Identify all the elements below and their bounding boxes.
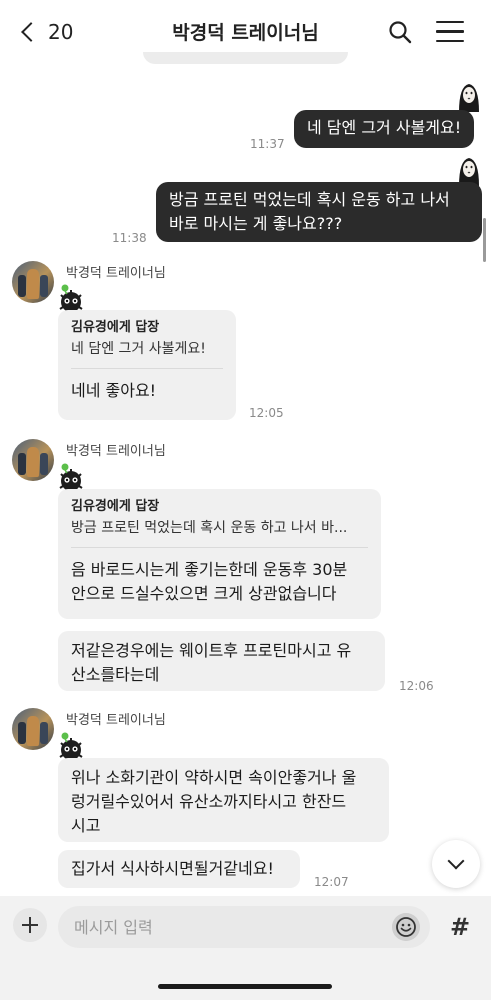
scrollbar[interactable] <box>483 218 486 262</box>
message-text: 네네 좋아요! <box>71 381 157 400</box>
reply-header: 김유경에게 답장 <box>71 499 160 514</box>
soot-sprite-icon <box>59 732 83 760</box>
plus-icon[interactable] <box>13 908 47 942</box>
message-text: 방금 프로틴 먹었는데 혹시 운동 하고 나서 <box>169 190 450 209</box>
outgoing-message[interactable]: 방금 프로틴 먹었는데 혹시 운동 하고 나서 바로 마시는 게 좋나요??? <box>156 182 482 242</box>
profile-sticker-icon <box>459 84 479 112</box>
reply-message[interactable]: 김유경에게 답장 네 담엔 그거 사볼게요! 네네 좋아요! <box>58 310 236 420</box>
avatar[interactable] <box>12 261 54 303</box>
reply-header: 김유경에게 답장 <box>71 320 160 335</box>
divider <box>71 547 368 548</box>
message-text: 바로 마시는 게 좋나요??? <box>169 214 343 233</box>
message-text: 산소를타는데 <box>71 665 160 684</box>
chevron-down-icon <box>447 852 465 870</box>
message-time: 12:07 <box>314 875 349 889</box>
reply-quote: 네 담엔 그거 사볼게요! <box>71 341 206 357</box>
chat-title: 박경덕 트레이너님 <box>172 22 319 44</box>
scroll-to-bottom-button[interactable] <box>432 840 480 888</box>
incoming-message[interactable]: 저같은경우에는 웨이트후 프로틴마시고 유 산소를타는데 <box>58 631 385 691</box>
message-composer: # <box>0 896 491 1000</box>
message-time: 11:37 <box>250 137 285 151</box>
avatar[interactable] <box>12 439 54 481</box>
incoming-message[interactable]: 위나 소화기관이 약하시면 속이안좋거나 울 렁거릴수있어서 유산소까지타시고 … <box>58 758 389 842</box>
message-text: 저같은경우에는 웨이트후 프로틴마시고 유 <box>71 641 352 660</box>
incoming-message[interactable]: 집가서 식사하시면될거같네요! <box>58 850 300 888</box>
hashtag-button[interactable]: # <box>444 911 476 943</box>
message-time: 12:05 <box>249 406 284 420</box>
reply-message[interactable]: 김유경에게 답장 방금 프로틴 먹었는데 혹시 운동 하고 나서 바... 음 … <box>58 489 381 619</box>
hamburger-menu-icon[interactable] <box>436 21 464 43</box>
home-indicator <box>158 984 332 989</box>
message-text: 음 바로드시는게 좋기는한데 운동후 30분 <box>71 560 348 579</box>
message-text: 안으로 드실수있으면 크게 상관없습니다 <box>71 584 337 603</box>
outgoing-message[interactable]: 네 담엔 그거 사볼게요! <box>294 110 475 148</box>
sender-name: 박경덕 트레이너님 <box>66 266 166 281</box>
message-text: 위나 소화기관이 약하시면 속이안좋거나 울 <box>71 768 357 787</box>
message-time: 12:06 <box>399 679 434 693</box>
message-text: 렁거릴수있어서 유산소까지타시고 한잔드 <box>71 792 347 811</box>
sender-name: 박경덕 트레이너님 <box>66 444 166 459</box>
divider <box>71 368 223 369</box>
soot-sprite-icon <box>59 284 83 312</box>
message-text: 집가서 식사하시면될거같네요! <box>71 859 274 878</box>
previous-message-edge <box>143 52 348 64</box>
avatar[interactable] <box>12 708 54 750</box>
search-icon[interactable] <box>388 20 412 44</box>
emoji-icon[interactable] <box>392 913 420 941</box>
message-input[interactable] <box>58 906 430 948</box>
soot-sprite-icon <box>59 463 83 491</box>
message-text: 네 담엔 그거 사볼게요! <box>307 118 462 137</box>
sender-name: 박경덕 트레이너님 <box>66 713 166 728</box>
message-time: 11:38 <box>112 231 147 245</box>
reply-quote: 방금 프로틴 먹었는데 혹시 운동 하고 나서 바... <box>71 520 348 536</box>
message-text: 시고 <box>71 816 101 835</box>
